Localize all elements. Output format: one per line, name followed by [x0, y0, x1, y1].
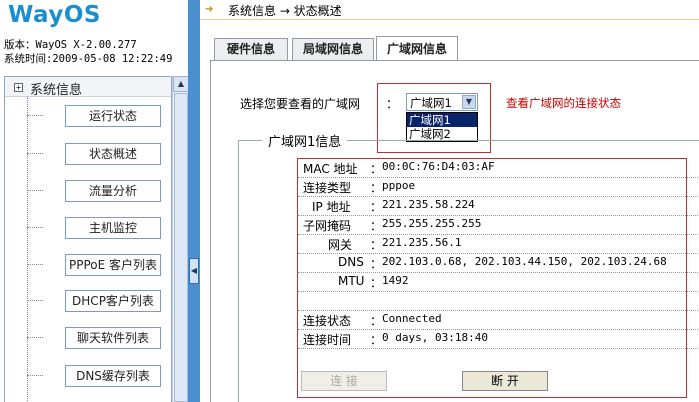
info-value: pppoe	[382, 179, 416, 192]
tab-lan-info[interactable]: 局域网信息	[292, 38, 374, 60]
info-value: 00:0C:76:D4:03:AF	[382, 160, 495, 173]
version-info: 版本：WayOS X-2.00.277 系统时间:2009-05-08 12:2…	[4, 38, 172, 66]
tab-wan-info[interactable]: 广域网信息	[376, 36, 458, 60]
version-line: 版本：WayOS X-2.00.277	[4, 39, 137, 51]
nav-button-run-status[interactable]: 运行状态	[65, 105, 161, 127]
info-row-gateway: 网关 ： 221.235.56.1	[298, 235, 699, 254]
info-key: 连接类型	[303, 181, 352, 195]
nav-item-status-overview: 状态概述	[27, 143, 167, 165]
nav-item-chat-software: 聊天软件列表	[27, 327, 167, 349]
collapse-left-arrow-icon[interactable]: ◀	[189, 258, 199, 284]
system-time-line: 系统时间:2009-05-08 12:22:49	[4, 53, 173, 65]
nav-button-pppoe-clients[interactable]: PPPoE 客户列表	[65, 254, 161, 276]
logo-text: WayOS	[8, 2, 101, 28]
wan-info-panel: MAC 地址 ： 00:0C:76:D4:03:AF 连接类型 ： pppoe …	[297, 158, 699, 398]
wayos-logo: WayOS	[8, 2, 158, 30]
info-row-dns: DNS ： 202.103.0.68, 202.103.44.150, 202.…	[298, 254, 699, 273]
scroll-up-arrow-icon[interactable]: ▲	[173, 76, 189, 92]
info-row-spacer	[298, 292, 699, 311]
nav-item-dns-cache: DNS缓存列表	[27, 365, 167, 387]
connect-button[interactable]: 连 接	[301, 371, 387, 391]
info-row-subnet-mask: 子网掩码 ： 255.255.255.255	[298, 216, 699, 235]
nav-item-traffic-analysis: 流量分析	[27, 180, 167, 202]
info-value: 202.103.0.68, 202.103.44.150, 202.103.24…	[382, 255, 667, 268]
wan-info-legend: 广域网1信息	[262, 131, 348, 150]
info-key: IP 地址	[312, 200, 351, 214]
nav-button-host-monitor[interactable]: 主机监控	[65, 217, 161, 239]
nav-button-chat-software[interactable]: 聊天软件列表	[65, 327, 161, 349]
breadcrumb: 系统信息 → 状态概述	[228, 4, 342, 18]
nav-button-status-overview[interactable]: 状态概述	[65, 143, 161, 165]
tab-hardware-info[interactable]: 硬件信息	[214, 38, 288, 60]
info-key: 连接时间	[303, 333, 352, 347]
nav-button-dns-cache[interactable]: DNS缓存列表	[65, 365, 161, 387]
info-value: 221.235.58.224	[382, 198, 475, 211]
nav-button-dhcp-clients[interactable]: DHCP客户列表	[65, 290, 161, 312]
info-row-connection-type: 连接类型 ： pppoe	[298, 178, 699, 197]
nav-tree: + 系统信息 运行状态 状态概述 流量分析 主机监控 PPPoE 客户列表 DH…	[4, 76, 172, 402]
nav-item-host-monitor: 主机监控	[27, 217, 167, 239]
main-content: ➜ 系统信息 → 状态概述 硬件信息 局域网信息 广域网信息 选择您要查看的广域…	[200, 0, 699, 402]
info-value: Connected	[382, 312, 442, 325]
info-key: 连接状态	[303, 314, 352, 328]
info-value: 0 days, 03:18:40	[382, 331, 488, 344]
left-panel: WayOS 版本：WayOS X-2.00.277 系统时间:2009-05-0…	[0, 0, 190, 402]
scroll-thumb[interactable]	[174, 93, 188, 402]
breadcrumb-bar: ➜ 系统信息 → 状态概述	[200, 0, 699, 20]
info-key: 网关	[328, 238, 353, 252]
info-row-ip: IP 地址 ： 221.235.58.224	[298, 197, 699, 216]
info-row-mac: MAC 地址 ： 00:0C:76:D4:03:AF	[298, 159, 699, 178]
nav-group-system-info[interactable]: + 系统信息	[5, 77, 171, 98]
info-key: MAC 地址	[303, 162, 358, 176]
wan-hint-text: 查看广域网的连接状态	[506, 96, 621, 110]
arrow-right-icon: ➜	[205, 4, 214, 15]
nav-item-pppoe-clients: PPPoE 客户列表	[27, 254, 167, 276]
expand-plus-icon[interactable]: +	[14, 83, 23, 92]
nav-item-dhcp-clients: DHCP客户列表	[27, 290, 167, 312]
info-value: 255.255.255.255	[382, 217, 482, 230]
info-key: 子网掩码	[303, 219, 352, 233]
info-row-connection-time: 连接时间 ： 0 days, 03:18:40	[298, 330, 699, 349]
nav-scrollbar[interactable]: ▲	[172, 76, 189, 402]
nav-item-run-status: 运行状态	[27, 105, 167, 127]
frame-splitter[interactable]: ◀	[188, 0, 200, 402]
nav-group-label: 系统信息	[30, 83, 83, 98]
wan-select-label: 选择您要查看的广域网	[240, 97, 361, 111]
info-value: 221.235.56.1	[382, 236, 462, 249]
info-key: MTU	[338, 274, 365, 288]
disconnect-button[interactable]: 断 开	[462, 371, 548, 391]
info-value: 1492	[382, 274, 409, 287]
info-row-connection-status: 连接状态 ： Connected	[298, 311, 699, 330]
info-key: DNS	[338, 255, 364, 269]
nav-button-traffic-analysis[interactable]: 流量分析	[65, 180, 161, 202]
info-row-mtu: MTU ： 1492	[298, 273, 699, 292]
